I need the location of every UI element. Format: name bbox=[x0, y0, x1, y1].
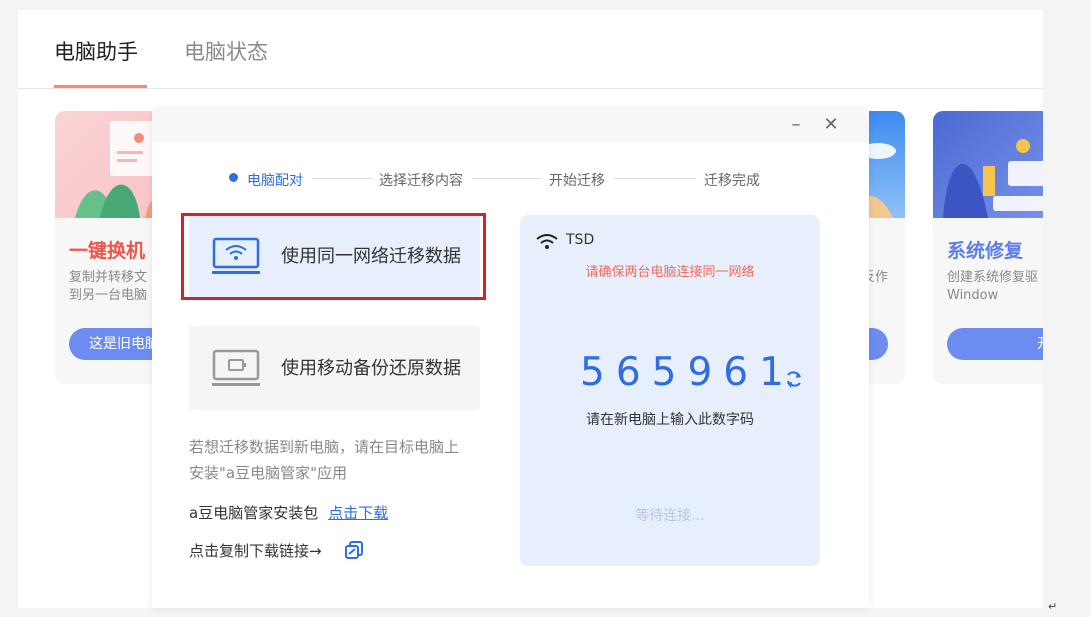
step-complete: 迁移完成 bbox=[704, 173, 760, 189]
card-system-repair: 系统修复 创建系统修复驱 Window 开 bbox=[933, 111, 1043, 384]
install-note-line-1: 若想迁移数据到新电脑，请在目标电脑上 bbox=[189, 438, 460, 456]
step-connector bbox=[472, 178, 542, 179]
close-icon[interactable]: ✕ bbox=[820, 114, 842, 136]
card-desc-line-1: 复制并转移文 bbox=[69, 270, 148, 285]
step-start-migration: 开始迁移 bbox=[549, 173, 605, 189]
tab-computer-assistant[interactable]: 电脑助手 bbox=[54, 36, 138, 66]
code-instruction: 请在新电脑上输入此数字码 bbox=[586, 412, 754, 428]
connection-status: 等待连接... bbox=[635, 508, 705, 524]
option-label: 使用移动备份还原数据 bbox=[281, 358, 461, 379]
step-pairing: 电脑配对 bbox=[247, 173, 303, 189]
minimize-icon[interactable]: – bbox=[785, 114, 807, 136]
card-desc-line-2: Window bbox=[947, 288, 999, 303]
system-repair-button[interactable]: 开 bbox=[947, 328, 1043, 360]
download-link[interactable]: 点击下载 bbox=[328, 504, 388, 522]
wifi-icon bbox=[536, 234, 558, 249]
copy-download-link[interactable]: 点击复制下载链接→ bbox=[189, 540, 364, 561]
wifi-name: TSD bbox=[566, 232, 595, 248]
step-select-content: 选择迁移内容 bbox=[379, 173, 463, 189]
card-desc-line-2: 到另一台电脑 bbox=[69, 288, 148, 303]
step-connector bbox=[312, 178, 372, 179]
same-network-warning: 请确保两台电脑连接同一网络 bbox=[585, 265, 755, 280]
refresh-icon[interactable] bbox=[784, 369, 804, 389]
repair-illustration-icon bbox=[943, 139, 1043, 218]
paragraph-mark-icon: ↵ bbox=[1048, 600, 1058, 613]
step-connector bbox=[614, 178, 696, 179]
card-title: 系统修复 bbox=[947, 240, 1024, 262]
package-row: a豆电脑管家安装包 点击下载 bbox=[189, 502, 388, 523]
card-banner-illustration bbox=[933, 111, 1043, 218]
copy-link-label: 点击复制下载链接→ bbox=[189, 542, 322, 560]
backup-monitor-icon bbox=[212, 349, 260, 386]
card-desc-line-1: 创建系统修复驱 bbox=[947, 270, 1039, 285]
dialog-header bbox=[152, 110, 869, 142]
step-active-dot bbox=[229, 173, 238, 182]
install-note-line-2: 安装"a豆电脑管家"应用 bbox=[189, 464, 347, 482]
selection-highlight-box bbox=[181, 213, 486, 300]
tab-divider bbox=[18, 88, 1043, 89]
migration-dialog: – ✕ 电脑配对 选择迁移内容 开始迁移 迁移完成 使用同一网络迁移数据 使用移… bbox=[152, 110, 869, 608]
option-mobile-backup[interactable]: 使用移动备份还原数据 bbox=[189, 326, 480, 410]
copy-link-icon[interactable] bbox=[344, 540, 364, 560]
pairing-code: 565961 bbox=[580, 350, 795, 395]
tab-computer-status[interactable]: 电脑状态 bbox=[184, 36, 268, 66]
pairing-code-panel: TSD 请确保两台电脑连接同一网络 565961 请在新电脑上输入此数字码 等待… bbox=[520, 215, 820, 566]
package-label: a豆电脑管家安装包 bbox=[189, 504, 319, 522]
card-title: 一键换机 bbox=[69, 240, 146, 262]
